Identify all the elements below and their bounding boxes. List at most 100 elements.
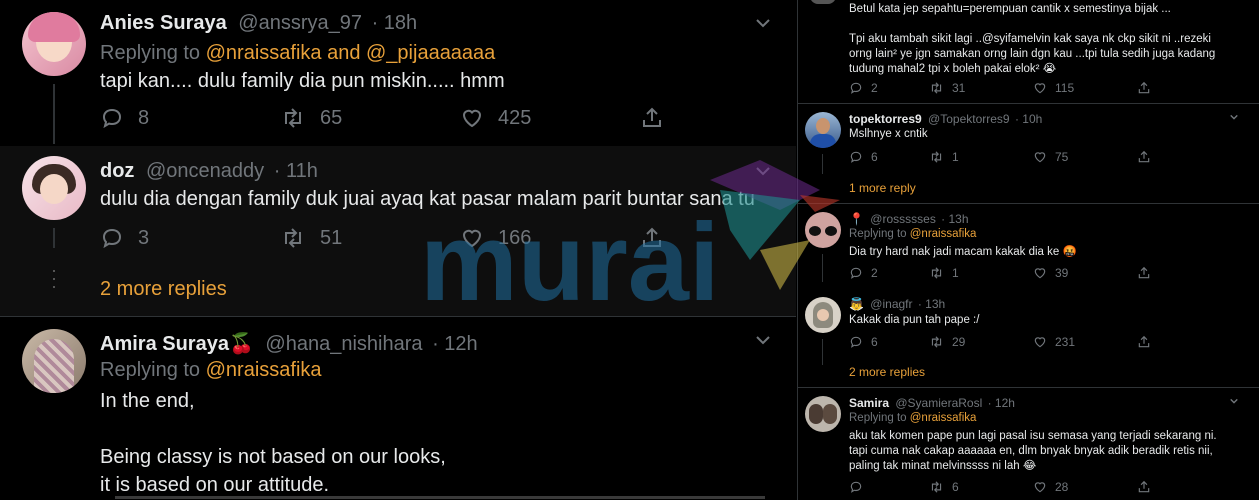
tweet-doz[interactable]: doz @oncenaddy · 11h dulu dia dengan fam… xyxy=(0,146,796,316)
tweet-text: aku tak komen pape pun lagi pasal isu se… xyxy=(849,429,1217,474)
retweet-button[interactable]: 51 xyxy=(280,226,460,250)
author-name[interactable]: Amira Suraya🍒 xyxy=(100,333,254,355)
avatar[interactable] xyxy=(810,0,836,4)
author-name[interactable]: 📍 xyxy=(849,212,864,226)
replying-to-label: Replying to xyxy=(100,359,201,381)
heart-icon xyxy=(1034,482,1046,493)
author-name[interactable]: Anies Suraya xyxy=(100,12,227,34)
like-button[interactable]: 28 xyxy=(1033,480,1137,494)
reply-icon xyxy=(850,82,862,94)
replying-to-users[interactable]: @nraissafika and @_pijaaaaaaa xyxy=(206,42,496,64)
share-button[interactable] xyxy=(640,226,664,250)
replying-to-users[interactable]: @nraissafika xyxy=(910,412,977,424)
like-button[interactable]: 75 xyxy=(1033,150,1137,164)
retweet-count: 1 xyxy=(952,150,959,164)
chevron-down-icon[interactable] xyxy=(752,12,774,34)
reply-button[interactable]: 8 xyxy=(100,106,280,130)
timestamp[interactable]: · 13h xyxy=(918,297,945,311)
like-button[interactable]: 115 xyxy=(1033,81,1137,95)
author-handle[interactable]: @inagfr xyxy=(870,297,912,311)
retweet-count: 51 xyxy=(320,226,343,249)
retweet-button[interactable]: 29 xyxy=(929,335,1033,349)
retweet-button[interactable]: 1 xyxy=(929,150,1033,164)
replying-to-users[interactable]: @nraissafika xyxy=(206,359,322,381)
avatar[interactable] xyxy=(22,12,86,76)
media-edge xyxy=(115,496,765,499)
reply-button[interactable]: 6 xyxy=(849,335,929,349)
reply-button[interactable]: 3 xyxy=(100,226,280,250)
retweet-button[interactable]: 6 xyxy=(929,480,1033,494)
tweet-line: Betul kata jep sepahtu=perempuan cantik … xyxy=(849,3,1171,15)
reply-icon xyxy=(850,267,862,279)
more-replies-link[interactable]: 2 more replies xyxy=(849,365,925,379)
author-handle[interactable]: @hana_nishihara xyxy=(265,333,422,355)
reply-button[interactable] xyxy=(849,480,929,494)
share-button[interactable] xyxy=(1137,480,1151,494)
avatar[interactable] xyxy=(805,297,841,333)
author-handle[interactable]: @anssrya_97 xyxy=(238,12,362,34)
timestamp[interactable]: · 12h xyxy=(432,333,478,355)
like-button[interactable]: 166 xyxy=(460,226,640,250)
reply-button[interactable]: 2 xyxy=(849,266,929,280)
share-button[interactable] xyxy=(1137,335,1151,349)
avatar[interactable] xyxy=(22,329,86,393)
reply-button[interactable]: 2 xyxy=(849,81,929,95)
retweet-icon xyxy=(931,151,942,163)
thread-line xyxy=(53,84,55,144)
like-count: 39 xyxy=(1055,266,1069,280)
avatar[interactable] xyxy=(805,112,841,148)
reply-inagfr[interactable]: 👼 @inagfr · 13h Kakak dia pun tah pape :… xyxy=(798,289,1259,385)
avatar[interactable] xyxy=(805,396,841,432)
author-handle[interactable]: @oncenaddy xyxy=(146,160,264,182)
share-button[interactable] xyxy=(1137,150,1151,164)
retweet-button[interactable]: 65 xyxy=(280,106,460,130)
avatar[interactable] xyxy=(805,212,841,248)
avatar[interactable] xyxy=(22,156,86,220)
author-handle[interactable]: @SyamieraRosl xyxy=(895,396,982,410)
author-name[interactable]: topektorres9 xyxy=(849,112,922,126)
more-replies-link[interactable]: 2 more replies xyxy=(100,278,227,301)
retweet-button[interactable]: 31 xyxy=(929,81,1033,95)
reply-count: 6 xyxy=(871,150,878,164)
reply-button[interactable]: 6 xyxy=(849,150,929,164)
retweet-button[interactable]: 1 xyxy=(929,266,1033,280)
chevron-down-icon[interactable] xyxy=(752,160,774,182)
author-handle[interactable]: @rossssses xyxy=(870,212,936,226)
retweet-count: 31 xyxy=(952,81,966,95)
like-button[interactable]: 39 xyxy=(1033,266,1137,280)
author-name[interactable]: Samira xyxy=(849,396,889,410)
like-button[interactable]: 425 xyxy=(460,106,640,130)
tweet-anies-suraya[interactable]: Anies Suraya @anssrya_97 · 18h Replying … xyxy=(0,0,796,145)
share-button[interactable] xyxy=(1137,81,1151,95)
author-name[interactable]: 👼 xyxy=(849,297,864,311)
tweet-line: paling tak minat melvinssss ni lah 😂 xyxy=(849,460,1037,472)
share-button[interactable] xyxy=(1137,266,1151,280)
reply-rossssses[interactable]: 📍 @rossssses · 13h Replying to @nraissaf… xyxy=(798,204,1259,288)
author-name[interactable]: doz xyxy=(100,160,134,182)
share-button[interactable] xyxy=(640,106,664,130)
reply-count: 6 xyxy=(871,335,878,349)
chevron-down-icon[interactable] xyxy=(752,329,774,351)
tweet-text: In the end, Being classy is not based on… xyxy=(100,387,446,499)
timestamp[interactable]: · 12h xyxy=(988,396,1015,410)
right-thread-panel: Betul kata jep sepahtu=perempuan cantik … xyxy=(797,0,1259,500)
tweet-line: In the end, xyxy=(100,390,195,412)
reply-icon xyxy=(102,228,122,249)
like-button[interactable]: 231 xyxy=(1033,335,1137,349)
replying-to-users[interactable]: @nraissafika xyxy=(910,228,977,240)
chevron-down-icon[interactable] xyxy=(1228,111,1240,123)
author-handle[interactable]: @Topektorres9 xyxy=(928,112,1010,126)
timestamp[interactable]: · 10h xyxy=(1015,112,1042,126)
chevron-down-icon[interactable] xyxy=(1228,395,1240,407)
timestamp[interactable]: · 13h xyxy=(941,212,968,226)
reply-topektorres9[interactable]: topektorres9 @Topektorres9 · 10h Mslhnye… xyxy=(798,104,1259,202)
tweet-line: orng lain² ye jgn samakan orng lain dgn … xyxy=(849,48,1216,60)
retweet-count: 29 xyxy=(952,335,966,349)
tweet-amira-suraya[interactable]: Amira Suraya🍒 @hana_nishihara · 12h Repl… xyxy=(0,317,796,500)
share-icon xyxy=(1138,335,1150,348)
reply-samira[interactable]: Samira @SyamieraRosl · 12h Replying to @… xyxy=(798,388,1259,500)
timestamp[interactable]: · 11h xyxy=(274,160,318,182)
more-replies-link[interactable]: 1 more reply xyxy=(849,181,916,195)
timestamp[interactable]: · 18h xyxy=(372,12,418,34)
retweet-icon xyxy=(285,108,301,128)
